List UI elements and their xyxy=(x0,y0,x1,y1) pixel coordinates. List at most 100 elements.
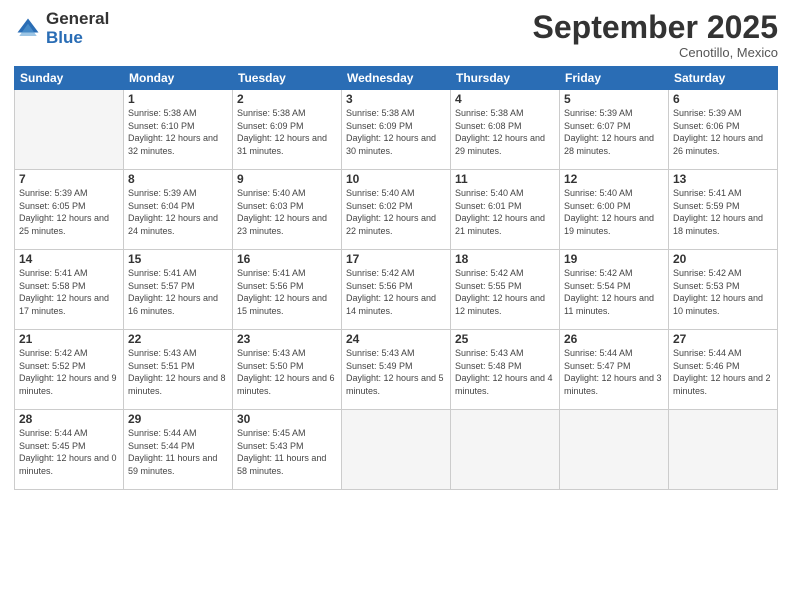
day-info: Sunrise: 5:38 AM Sunset: 6:08 PM Dayligh… xyxy=(455,107,555,157)
day-info: Sunrise: 5:42 AM Sunset: 5:56 PM Dayligh… xyxy=(346,267,446,317)
day-info: Sunrise: 5:41 AM Sunset: 5:56 PM Dayligh… xyxy=(237,267,337,317)
day-info: Sunrise: 5:39 AM Sunset: 6:04 PM Dayligh… xyxy=(128,187,228,237)
day-number: 20 xyxy=(673,252,773,266)
day-number: 29 xyxy=(128,412,228,426)
day-number: 28 xyxy=(19,412,119,426)
day-info: Sunrise: 5:42 AM Sunset: 5:54 PM Dayligh… xyxy=(564,267,664,317)
calendar-cell: 14Sunrise: 5:41 AM Sunset: 5:58 PM Dayli… xyxy=(15,250,124,330)
month-title: September 2025 xyxy=(533,10,778,45)
calendar-header-row: Sunday Monday Tuesday Wednesday Thursday… xyxy=(15,67,778,90)
day-info: Sunrise: 5:43 AM Sunset: 5:48 PM Dayligh… xyxy=(455,347,555,397)
calendar-cell: 30Sunrise: 5:45 AM Sunset: 5:43 PM Dayli… xyxy=(233,410,342,490)
logo: General Blue xyxy=(14,10,109,47)
day-info: Sunrise: 5:38 AM Sunset: 6:09 PM Dayligh… xyxy=(237,107,337,157)
logo-blue-text: Blue xyxy=(46,29,109,48)
day-number: 6 xyxy=(673,92,773,106)
day-info: Sunrise: 5:41 AM Sunset: 5:58 PM Dayligh… xyxy=(19,267,119,317)
calendar-cell: 1Sunrise: 5:38 AM Sunset: 6:10 PM Daylig… xyxy=(124,90,233,170)
calendar-cell: 2Sunrise: 5:38 AM Sunset: 6:09 PM Daylig… xyxy=(233,90,342,170)
calendar-cell: 24Sunrise: 5:43 AM Sunset: 5:49 PM Dayli… xyxy=(342,330,451,410)
col-sunday: Sunday xyxy=(15,67,124,90)
calendar-cell: 10Sunrise: 5:40 AM Sunset: 6:02 PM Dayli… xyxy=(342,170,451,250)
day-number: 24 xyxy=(346,332,446,346)
calendar-cell: 5Sunrise: 5:39 AM Sunset: 6:07 PM Daylig… xyxy=(560,90,669,170)
day-info: Sunrise: 5:42 AM Sunset: 5:55 PM Dayligh… xyxy=(455,267,555,317)
calendar-cell xyxy=(15,90,124,170)
day-number: 26 xyxy=(564,332,664,346)
day-number: 7 xyxy=(19,172,119,186)
col-wednesday: Wednesday xyxy=(342,67,451,90)
calendar: Sunday Monday Tuesday Wednesday Thursday… xyxy=(14,66,778,490)
calendar-cell: 22Sunrise: 5:43 AM Sunset: 5:51 PM Dayli… xyxy=(124,330,233,410)
day-info: Sunrise: 5:41 AM Sunset: 5:59 PM Dayligh… xyxy=(673,187,773,237)
day-info: Sunrise: 5:44 AM Sunset: 5:46 PM Dayligh… xyxy=(673,347,773,397)
day-info: Sunrise: 5:39 AM Sunset: 6:05 PM Dayligh… xyxy=(19,187,119,237)
calendar-week-1: 1Sunrise: 5:38 AM Sunset: 6:10 PM Daylig… xyxy=(15,90,778,170)
calendar-cell: 4Sunrise: 5:38 AM Sunset: 6:08 PM Daylig… xyxy=(451,90,560,170)
day-number: 27 xyxy=(673,332,773,346)
day-number: 12 xyxy=(564,172,664,186)
day-number: 18 xyxy=(455,252,555,266)
day-number: 2 xyxy=(237,92,337,106)
calendar-week-2: 7Sunrise: 5:39 AM Sunset: 6:05 PM Daylig… xyxy=(15,170,778,250)
calendar-cell: 7Sunrise: 5:39 AM Sunset: 6:05 PM Daylig… xyxy=(15,170,124,250)
day-number: 19 xyxy=(564,252,664,266)
calendar-cell: 16Sunrise: 5:41 AM Sunset: 5:56 PM Dayli… xyxy=(233,250,342,330)
calendar-cell: 28Sunrise: 5:44 AM Sunset: 5:45 PM Dayli… xyxy=(15,410,124,490)
day-info: Sunrise: 5:42 AM Sunset: 5:53 PM Dayligh… xyxy=(673,267,773,317)
location: Cenotillo, Mexico xyxy=(533,45,778,60)
header: General Blue September 2025 Cenotillo, M… xyxy=(14,10,778,60)
day-number: 5 xyxy=(564,92,664,106)
page: General Blue September 2025 Cenotillo, M… xyxy=(0,0,792,612)
calendar-cell: 8Sunrise: 5:39 AM Sunset: 6:04 PM Daylig… xyxy=(124,170,233,250)
col-friday: Friday xyxy=(560,67,669,90)
calendar-week-5: 28Sunrise: 5:44 AM Sunset: 5:45 PM Dayli… xyxy=(15,410,778,490)
calendar-cell: 18Sunrise: 5:42 AM Sunset: 5:55 PM Dayli… xyxy=(451,250,560,330)
calendar-cell: 6Sunrise: 5:39 AM Sunset: 6:06 PM Daylig… xyxy=(669,90,778,170)
logo-general-text: General xyxy=(46,10,109,29)
day-info: Sunrise: 5:45 AM Sunset: 5:43 PM Dayligh… xyxy=(237,427,337,477)
calendar-cell: 21Sunrise: 5:42 AM Sunset: 5:52 PM Dayli… xyxy=(15,330,124,410)
day-info: Sunrise: 5:43 AM Sunset: 5:50 PM Dayligh… xyxy=(237,347,337,397)
calendar-cell: 15Sunrise: 5:41 AM Sunset: 5:57 PM Dayli… xyxy=(124,250,233,330)
day-info: Sunrise: 5:41 AM Sunset: 5:57 PM Dayligh… xyxy=(128,267,228,317)
calendar-cell xyxy=(451,410,560,490)
day-info: Sunrise: 5:40 AM Sunset: 6:00 PM Dayligh… xyxy=(564,187,664,237)
day-number: 25 xyxy=(455,332,555,346)
calendar-cell xyxy=(669,410,778,490)
day-number: 8 xyxy=(128,172,228,186)
day-info: Sunrise: 5:44 AM Sunset: 5:44 PM Dayligh… xyxy=(128,427,228,477)
col-saturday: Saturday xyxy=(669,67,778,90)
calendar-cell xyxy=(560,410,669,490)
calendar-cell: 12Sunrise: 5:40 AM Sunset: 6:00 PM Dayli… xyxy=(560,170,669,250)
day-number: 9 xyxy=(237,172,337,186)
day-info: Sunrise: 5:40 AM Sunset: 6:01 PM Dayligh… xyxy=(455,187,555,237)
day-info: Sunrise: 5:44 AM Sunset: 5:45 PM Dayligh… xyxy=(19,427,119,477)
calendar-cell: 17Sunrise: 5:42 AM Sunset: 5:56 PM Dayli… xyxy=(342,250,451,330)
col-thursday: Thursday xyxy=(451,67,560,90)
day-info: Sunrise: 5:43 AM Sunset: 5:49 PM Dayligh… xyxy=(346,347,446,397)
day-info: Sunrise: 5:39 AM Sunset: 6:07 PM Dayligh… xyxy=(564,107,664,157)
day-number: 14 xyxy=(19,252,119,266)
col-monday: Monday xyxy=(124,67,233,90)
day-info: Sunrise: 5:39 AM Sunset: 6:06 PM Dayligh… xyxy=(673,107,773,157)
calendar-week-4: 21Sunrise: 5:42 AM Sunset: 5:52 PM Dayli… xyxy=(15,330,778,410)
day-number: 23 xyxy=(237,332,337,346)
day-number: 3 xyxy=(346,92,446,106)
day-number: 4 xyxy=(455,92,555,106)
logo-text: General Blue xyxy=(46,10,109,47)
calendar-cell: 20Sunrise: 5:42 AM Sunset: 5:53 PM Dayli… xyxy=(669,250,778,330)
day-info: Sunrise: 5:38 AM Sunset: 6:10 PM Dayligh… xyxy=(128,107,228,157)
day-number: 11 xyxy=(455,172,555,186)
calendar-cell: 3Sunrise: 5:38 AM Sunset: 6:09 PM Daylig… xyxy=(342,90,451,170)
day-number: 30 xyxy=(237,412,337,426)
day-number: 21 xyxy=(19,332,119,346)
day-number: 17 xyxy=(346,252,446,266)
calendar-cell: 29Sunrise: 5:44 AM Sunset: 5:44 PM Dayli… xyxy=(124,410,233,490)
day-info: Sunrise: 5:38 AM Sunset: 6:09 PM Dayligh… xyxy=(346,107,446,157)
day-info: Sunrise: 5:40 AM Sunset: 6:02 PM Dayligh… xyxy=(346,187,446,237)
day-number: 1 xyxy=(128,92,228,106)
calendar-cell: 27Sunrise: 5:44 AM Sunset: 5:46 PM Dayli… xyxy=(669,330,778,410)
calendar-cell xyxy=(342,410,451,490)
day-info: Sunrise: 5:40 AM Sunset: 6:03 PM Dayligh… xyxy=(237,187,337,237)
